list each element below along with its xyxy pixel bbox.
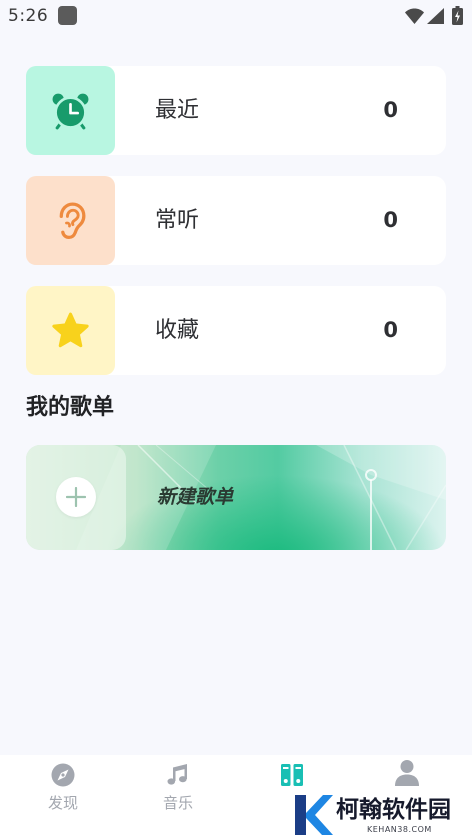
signal-icon	[427, 8, 444, 24]
favorites-label: 收藏	[155, 318, 200, 343]
nav-item-music[interactable]: 音乐	[119, 755, 237, 840]
favorites-card[interactable]: 收藏 0	[26, 286, 446, 375]
app-notification-icon	[58, 6, 77, 25]
star-icon	[52, 312, 89, 348]
status-time: 5:26	[8, 6, 49, 26]
alarm-clock-icon	[52, 93, 89, 130]
create-playlist-button[interactable]	[56, 477, 96, 517]
frequent-card[interactable]: 常听 0	[26, 176, 446, 265]
status-bar: 5:26	[0, 0, 472, 34]
ear-icon	[59, 202, 86, 240]
plus-icon	[66, 487, 86, 507]
music-note-icon	[167, 764, 187, 785]
frequent-count: 0	[383, 208, 398, 232]
recent-label: 最近	[155, 98, 200, 123]
create-playlist-card[interactable]: 新建歌单	[26, 445, 446, 550]
frequent-icon-box	[26, 176, 115, 265]
wifi-icon	[405, 8, 424, 24]
nav-item-discover[interactable]: 发现	[4, 755, 122, 840]
my-playlists-title: 我的歌单	[26, 395, 115, 420]
watermark-domain: KEHAN38.COM	[367, 825, 432, 834]
battery-charging-icon	[452, 6, 463, 25]
watermark-name: 柯翰软件园	[336, 797, 451, 823]
recent-icon-box	[26, 66, 115, 155]
k-logo-icon	[295, 795, 333, 835]
favorites-icon-box	[26, 286, 115, 375]
nav-label-discover: 发现	[47, 794, 78, 812]
watermark: 柯翰软件园 KEHAN38.COM	[290, 790, 460, 840]
person-icon	[395, 760, 419, 786]
frequent-label: 常听	[155, 208, 200, 233]
recent-count: 0	[383, 98, 398, 122]
nav-label-music: 音乐	[162, 794, 193, 812]
library-screen: 5:26 最近 0 常听 0 收藏 0 我的歌单 新建歌单 发现 音乐 柯翰软件…	[0, 0, 472, 840]
recent-card[interactable]: 最近 0	[26, 66, 446, 155]
compass-icon	[51, 763, 75, 787]
favorites-count: 0	[383, 318, 398, 342]
create-playlist-cover	[26, 445, 126, 550]
library-icon	[281, 764, 303, 786]
create-playlist-label: 新建歌单	[157, 486, 234, 508]
